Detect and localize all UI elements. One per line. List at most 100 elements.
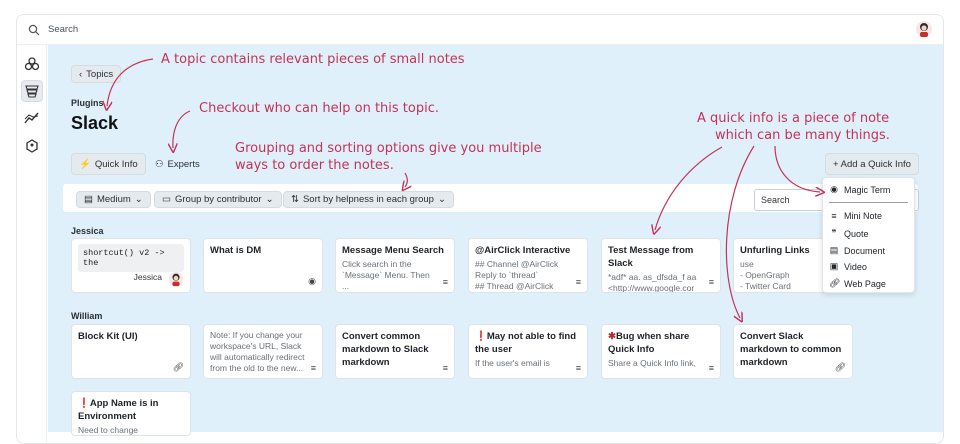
card-title: ❗App Name is in Environment <box>78 397 184 423</box>
sort-select-value: Sort by helpness in each group <box>302 194 434 205</box>
menu-item-mini-note[interactable]: ≡ Mini Note <box>829 211 882 221</box>
card-title-text: App Name is in Environment <box>78 398 159 422</box>
chevron-down-icon: ⌄ <box>265 194 274 205</box>
card-title: Convert Slack markdown to common markdow… <box>740 331 842 368</box>
sidebar-item-trends-icon[interactable] <box>21 107 43 129</box>
menu-item-video[interactable]: ▣ Video <box>829 261 867 272</box>
mini-note-icon: ≡ <box>708 277 714 287</box>
code-snippet: shortcut() v2 -> the <box>78 244 184 272</box>
mini-note-icon: ≡ <box>831 211 837 221</box>
avatar[interactable] <box>915 20 933 38</box>
link-icon: 🔗︎ <box>834 362 846 372</box>
sidebar-item-notes-icon[interactable] <box>21 80 43 102</box>
note-card[interactable]: Convert Slack markdown to common markdow… <box>733 324 853 379</box>
menu-item-label: Mini Note <box>844 211 883 221</box>
bug-icon: ✱ <box>608 331 616 342</box>
note-card[interactable]: shortcut() v2 -> the Jessica <box>71 238 191 293</box>
card-preview: Click search in the `Message` Menu. Then… <box>342 259 430 291</box>
link-icon: 🔗︎ <box>829 278 841 288</box>
menu-item-label: Document <box>844 245 886 256</box>
card-title: Block Kit (UI) <box>78 331 138 342</box>
mini-note-icon: ≡ <box>708 363 714 373</box>
chevron-down-icon: ⌄ <box>437 194 446 205</box>
group-select[interactable]: ▭ Group by contributor ⌄ <box>154 191 282 208</box>
sort-select[interactable]: ⇅ Sort by helpness in each group ⌄ <box>283 191 454 208</box>
card-preview: Share a Quick Info link, <box>608 358 696 368</box>
tab-quick-info[interactable]: ⚡ Quick Info <box>71 153 146 175</box>
note-card[interactable]: ✱Bug when share Quick Info Share a Quick… <box>601 324 721 379</box>
video-icon: ▣ <box>829 261 839 271</box>
card-author: Jessica <box>133 272 162 282</box>
mini-note-icon: ≡ <box>310 363 316 373</box>
back-label: Topics <box>86 68 114 80</box>
card-preview: Need to change <box>78 425 139 435</box>
card-preview: If the user's email is <box>475 358 550 368</box>
user-icon: ⚇ <box>155 158 164 170</box>
top-search-bar[interactable]: Search <box>17 15 943 45</box>
group-heading-william: William <box>71 311 103 321</box>
annotation-grouping-line1: Grouping and sorting options give you mu… <box>235 141 542 156</box>
annotation-experts: Checkout who can help on this topic. <box>199 101 439 116</box>
chevron-left-icon: ‹ <box>79 68 83 80</box>
annotation-grouping-line2: ways to order the notes. <box>235 158 394 173</box>
card-title-text: Bug when share Quick Info <box>608 331 690 355</box>
annotation-topic: A topic contains relevant pieces of smal… <box>161 52 465 67</box>
menu-item-label: Web Page <box>844 278 886 289</box>
note-card[interactable]: ❗May not able to find the user If the us… <box>468 324 588 379</box>
annotation-quick-info-line1: A quick info is a piece of note <box>697 111 890 126</box>
note-card[interactable]: ❗App Name is in Environment Need to chan… <box>71 391 191 436</box>
mini-note-icon: ≡ <box>442 277 448 287</box>
card-title: ❗May not able to find the user <box>475 330 581 356</box>
sidebar-item-tags-icon[interactable] <box>21 134 43 156</box>
back-to-topics-button[interactable]: ‹ Topics <box>71 65 122 83</box>
add-button-label: + Add a Quick Info <box>833 158 911 170</box>
search-input[interactable]: Search <box>48 24 78 35</box>
magic-term-icon: ◉ <box>830 184 838 194</box>
menu-divider <box>829 202 908 203</box>
topic-category: Plugins <box>71 98 104 108</box>
mini-note-icon: ≡ <box>575 277 581 287</box>
chevron-down-icon: ⌄ <box>134 194 143 205</box>
tab-experts[interactable]: ⚇ Experts <box>148 153 207 175</box>
menu-item-web-page[interactable]: 🔗︎ Web Page <box>829 278 886 289</box>
card-preview: Note: If you change your workspace's URL… <box>210 330 305 373</box>
card-title: What is DM <box>210 245 262 256</box>
tab-label: Quick Info <box>94 158 138 170</box>
group-icon: ▭ <box>162 194 171 205</box>
card-size-icon: ▤ <box>84 194 93 205</box>
card-title: Test Message from Slack <box>608 245 694 269</box>
lightning-icon: ⚡ <box>79 158 91 170</box>
menu-item-label: Quote <box>844 228 869 239</box>
note-card[interactable]: What is DM ◉ <box>203 238 323 293</box>
quote-icon: ❞ <box>831 228 837 238</box>
document-icon: ▤ <box>829 245 839 255</box>
group-select-value: Group by contributor <box>174 194 262 205</box>
card-title: Convert common markdown to Slack markdow… <box>342 331 429 368</box>
quick-info-type-menu: ◉ Magic Term ≡ Mini Note ❞ Quote ▤ Document … <box>822 177 915 293</box>
sort-icon: ⇅ <box>291 194 299 205</box>
note-card[interactable]: Note: If you change your workspace's URL… <box>203 324 323 379</box>
note-card[interactable]: Message Menu Search Click search in the … <box>335 238 455 293</box>
menu-item-quote[interactable]: ❞ Quote <box>829 228 869 239</box>
size-select[interactable]: ▤ Medium ⌄ <box>76 191 151 208</box>
group-heading-jessica: Jessica <box>71 226 104 236</box>
card-preview: *adf* aa. as_dfsda_f aa <http://www.goog… <box>608 272 697 293</box>
mini-note-icon: ≡ <box>575 363 581 373</box>
note-card[interactable]: Block Kit (UI) 🔗︎ <box>71 324 191 379</box>
size-select-value: Medium <box>96 194 131 205</box>
link-icon: 🔗︎ <box>172 362 184 372</box>
note-card[interactable]: Convert common markdown to Slack markdow… <box>335 324 455 379</box>
menu-item-magic-term[interactable]: ◉ Magic Term <box>829 184 890 195</box>
menu-item-label: Video <box>844 261 867 272</box>
sidebar-item-topics-icon[interactable] <box>21 53 43 75</box>
note-card[interactable]: @AirClick Interactive ## Channel @AirCli… <box>468 238 588 293</box>
card-title: @AirClick Interactive <box>475 245 571 256</box>
page-title: Slack <box>71 113 119 133</box>
sidebar <box>17 45 47 443</box>
add-quick-info-button[interactable]: + Add a Quick Info <box>825 153 919 175</box>
magic-term-icon: ◉ <box>308 276 316 286</box>
note-card[interactable]: Test Message from Slack *adf* aa. as_dfs… <box>601 238 721 293</box>
card-title: Message Menu Search <box>342 245 444 256</box>
card-title-text: May not able to find the user <box>475 331 577 355</box>
menu-item-document[interactable]: ▤ Document <box>829 245 885 256</box>
